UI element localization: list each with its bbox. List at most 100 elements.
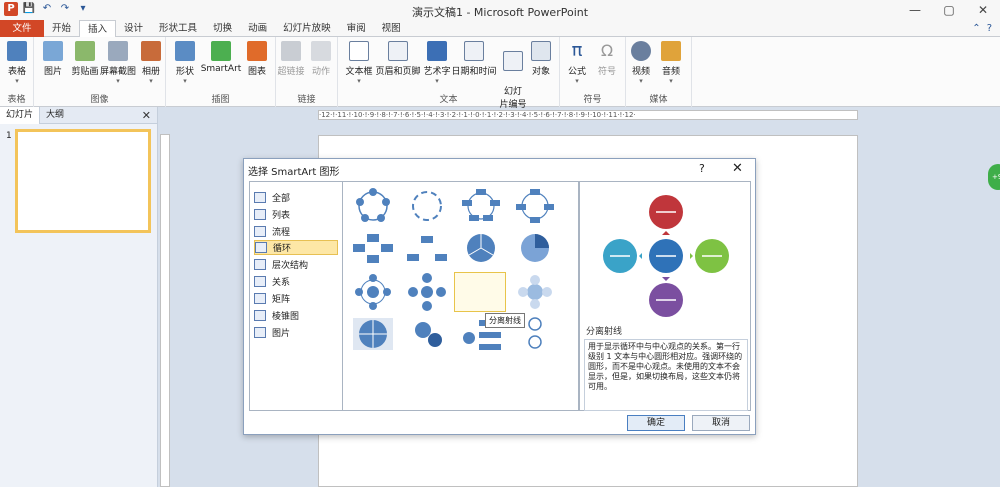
hyperlink-icon	[281, 41, 301, 61]
close-dialog-button[interactable]: ✕	[732, 161, 743, 176]
clipart-icon	[75, 41, 95, 61]
wordart-icon	[427, 41, 447, 61]
hierarchy-icon	[254, 259, 266, 270]
slide-thumbnail[interactable]	[15, 129, 151, 233]
tab-shape-tools[interactable]: 形状工具	[151, 20, 205, 37]
ok-button[interactable]: 确定	[627, 415, 685, 431]
slide-number-icon	[503, 51, 523, 71]
symbol-icon: Ω	[600, 41, 614, 60]
layout-arrow-ribbon	[528, 317, 542, 349]
category-hierarchy[interactable]: 层次结构	[254, 257, 338, 272]
table-icon	[7, 41, 27, 61]
video-icon	[631, 41, 651, 61]
preview-description: 用于显示循环中与中心观点的关系。第一行级别 1 文本与中心圆形相对应。强调环绕的…	[584, 339, 748, 411]
slide-number: 1	[6, 131, 12, 141]
layout-text-cycle	[412, 191, 442, 221]
group-images: 图片 剪贴画 屏幕截图 ▾ 相册 ▾ 图像	[34, 37, 166, 107]
object-icon	[531, 41, 551, 61]
slides-pane: 幻灯片 大纲 ✕ 1	[0, 107, 158, 487]
layout-nondirectional-cycle	[516, 189, 554, 223]
action-icon	[311, 41, 331, 61]
tab-slideshow[interactable]: 幻灯片放映	[275, 20, 339, 37]
tab-file[interactable]: 文件	[0, 20, 44, 37]
ribbon-tabs: 文件 开始 插入 设计 形状工具 切换 动画 幻灯片放映 审阅 视图 ⌃ ?	[0, 20, 1000, 37]
tab-insert[interactable]: 插入	[79, 20, 117, 37]
layout-gear	[415, 322, 442, 347]
group-media: 视频 ▾ 音频 ▾ 媒体	[626, 37, 692, 107]
preview-diagram	[603, 195, 729, 317]
category-pyramid[interactable]: 棱锥图	[254, 308, 338, 323]
dialog-title: 选择 SmartArt 图形	[248, 167, 340, 178]
category-cycle[interactable]: 循环	[254, 240, 338, 255]
group-label-symbols: 符号	[583, 95, 602, 105]
matrix-icon	[254, 293, 266, 304]
group-table: 表格 ▾ 表格	[0, 37, 34, 107]
tab-slides[interactable]: 幻灯片	[0, 107, 41, 124]
chart-button[interactable]: 图表	[238, 41, 276, 77]
layout-basic-cycle	[356, 188, 390, 222]
category-all[interactable]: 全部	[254, 190, 338, 205]
layout-tooltip: 分离射线	[485, 313, 525, 328]
tab-review[interactable]: 审阅	[339, 20, 374, 37]
tab-view[interactable]: 视图	[374, 20, 409, 37]
tab-home[interactable]: 开始	[44, 20, 79, 37]
window-title: 演示文稿1 - Microsoft PowerPoint	[411, 6, 589, 19]
gallery-item-diverging-radial[interactable]	[454, 272, 506, 312]
preview-title: 分离射线	[586, 327, 623, 337]
picture-icon	[43, 41, 63, 61]
action-button[interactable]: 动作	[302, 41, 340, 77]
layout-continuous-cycle	[353, 234, 393, 263]
pyramid-icon	[254, 310, 266, 321]
object-button[interactable]: 对象	[522, 41, 560, 77]
tab-transitions[interactable]: 切换	[205, 20, 240, 37]
screenshot-icon	[108, 41, 128, 61]
tab-outline[interactable]: 大纲	[40, 107, 70, 124]
category-matrix[interactable]: 矩阵	[254, 291, 338, 306]
shapes-icon	[175, 41, 195, 61]
category-process[interactable]: 流程	[254, 224, 338, 239]
minimize-button[interactable]: —	[898, 0, 932, 20]
vertical-ruler	[160, 134, 170, 487]
help-button[interactable]: ?	[699, 162, 705, 175]
title-bar: P 💾 ↶ ↷ ▾ 演示文稿1 - Microsoft PowerPoint —…	[0, 0, 1000, 20]
chart-icon	[247, 41, 267, 61]
process-icon	[254, 226, 266, 237]
header-footer-button[interactable]: 页眉和页脚	[374, 41, 422, 77]
group-label-links: 链接	[297, 95, 316, 105]
floating-badge[interactable]: +9	[988, 164, 1000, 190]
category-relationship[interactable]: 关系	[254, 274, 338, 289]
symbol-button[interactable]: Ω 符号	[588, 41, 626, 77]
close-pane-icon[interactable]: ✕	[142, 109, 151, 122]
equation-icon: π	[571, 40, 583, 61]
group-label-text: 文本	[439, 95, 458, 105]
textbox-button[interactable]: 文本框 ▾	[340, 41, 378, 85]
datetime-button[interactable]: 日期和时间	[450, 41, 498, 77]
collapse-ribbon-icon[interactable]: ⌃	[972, 23, 980, 34]
tab-design[interactable]: 设计	[116, 20, 151, 37]
relationship-icon	[254, 276, 266, 287]
audio-button[interactable]: 音频 ▾	[652, 41, 690, 85]
help-icon[interactable]: ?	[987, 23, 992, 34]
preview-panel: 分离射线 用于显示循环中与中心观点的关系。第一行级别 1 文本与中心圆形相对应。…	[579, 181, 751, 411]
cancel-button[interactable]: 取消	[692, 415, 750, 431]
group-label-table: 表格	[7, 95, 26, 105]
category-picture[interactable]: 图片	[254, 325, 338, 340]
audio-icon	[661, 41, 681, 61]
header-footer-icon	[388, 41, 408, 61]
category-list: 全部 列表 流程 循环 层次结构 关系 矩阵 棱锥图 图片	[249, 181, 343, 411]
layout-basic-radial	[408, 273, 446, 311]
layout-cycle-4	[353, 318, 393, 350]
close-window-button[interactable]: ✕	[966, 0, 1000, 20]
picture-category-icon	[254, 327, 266, 338]
layout-radial-venn	[518, 275, 552, 309]
maximize-button[interactable]: ▢	[932, 0, 966, 20]
tab-animations[interactable]: 动画	[240, 20, 275, 37]
category-list-item[interactable]: 列表	[254, 207, 338, 222]
group-links: 超链接 动作 链接	[276, 37, 338, 107]
album-button[interactable]: 相册 ▾	[132, 41, 170, 85]
album-icon	[141, 41, 161, 61]
all-icon	[254, 192, 266, 203]
group-label-illustrations: 插图	[211, 95, 230, 105]
table-button[interactable]: 表格 ▾	[0, 41, 36, 85]
layout-gallery	[343, 181, 579, 411]
